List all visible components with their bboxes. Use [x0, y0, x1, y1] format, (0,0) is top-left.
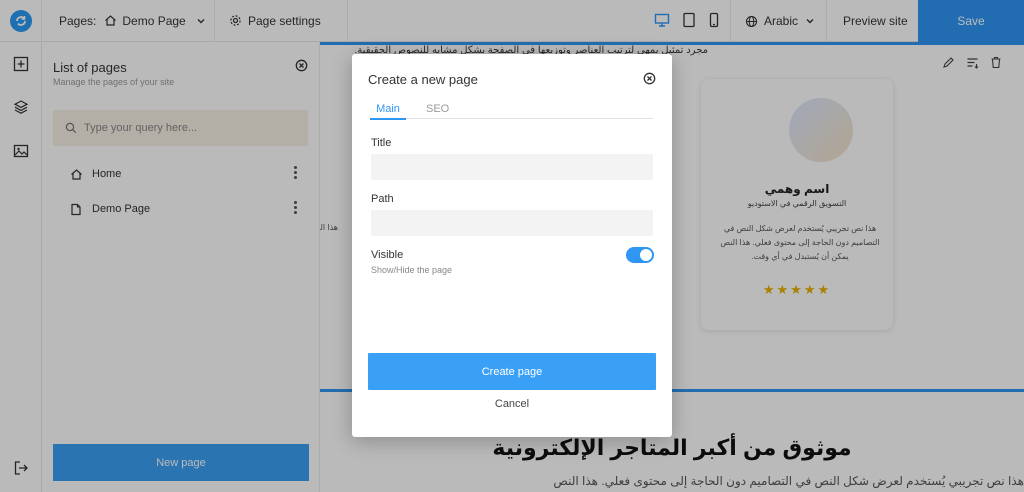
create-page-dialog: Create a new page Main SEO Title Path Vi… — [352, 54, 672, 437]
title-label: Title — [371, 137, 392, 149]
visible-label: Visible — [371, 249, 404, 261]
create-page-button[interactable]: Create page — [368, 353, 656, 390]
visible-description: Show/Hide the page — [371, 265, 453, 275]
tab-main[interactable]: Main — [370, 103, 406, 120]
visible-toggle[interactable] — [626, 247, 654, 263]
path-label: Path — [371, 193, 394, 205]
path-field[interactable] — [371, 210, 653, 236]
close-icon[interactable] — [643, 72, 656, 85]
title-field[interactable] — [371, 154, 653, 180]
dialog-tabs: Main SEO — [370, 103, 653, 120]
tab-seo[interactable]: SEO — [426, 103, 449, 118]
toggle-knob — [640, 249, 652, 261]
cancel-button[interactable]: Cancel — [368, 398, 656, 414]
dialog-title: Create a new page — [368, 72, 478, 87]
